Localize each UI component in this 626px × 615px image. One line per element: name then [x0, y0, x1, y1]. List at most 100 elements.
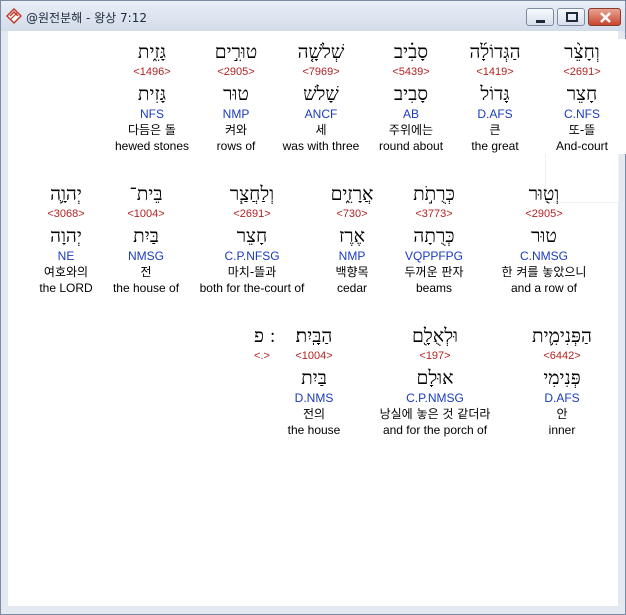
strong-number[interactable]: <1419>	[447, 65, 543, 81]
korean-gloss: 두꺼운 판자	[404, 265, 464, 279]
strong-number[interactable]: <1496>	[104, 65, 200, 81]
hebrew-lemma: חָצֵר	[566, 83, 598, 105]
hebrew-word: טוּרִ֣ים	[214, 41, 258, 63]
word-row1-6-selected[interactable]: וְחָצֵ֨ר <2691> חָצֵר C.NFS 또-뜰 And-cour…	[534, 39, 626, 154]
title-bar[interactable]: @원전분해 - 왕상 7:12	[1, 1, 625, 31]
morph-code: C.NFS	[564, 107, 600, 121]
minimize-button[interactable]	[526, 8, 554, 26]
window-title: @원전분해 - 왕상 7:12	[26, 11, 147, 25]
morph-code: NFS	[140, 107, 164, 121]
word-row2-2[interactable]: בֵּית־ <1004> בַּיִת NMSG 전 the house of	[98, 181, 194, 296]
word-row1-1[interactable]: גָּזִ֑ית <1496> גָּזִית NFS 다듬은 돌 hewed …	[104, 39, 200, 154]
hebrew-word: סָבִ֗יב	[393, 41, 429, 63]
hebrew-lemma: גָּדוֹל	[480, 83, 510, 105]
morph-code: C.P.NMSG	[406, 391, 464, 405]
morph-code: D.AFS	[477, 107, 513, 121]
window-border-bottom	[1, 606, 625, 614]
korean-gloss: 큰	[489, 123, 501, 137]
strong-number[interactable]: <7969>	[273, 65, 369, 81]
strong-number[interactable]: <197>	[360, 349, 510, 365]
strong-number[interactable]: <2905>	[188, 65, 284, 81]
word-row1-5[interactable]: הַגְּדוֹלָ֜ה <1419> גָּדוֹל D.AFS 큰 the …	[447, 39, 543, 154]
morph-code: C.NMSG	[520, 249, 568, 263]
window-border-left	[1, 31, 8, 606]
hebrew-lemma: אוּלָם	[416, 367, 454, 389]
word-row3-4[interactable]: הַפְּנִימִ֛ית <6442> פְּנִימִי D.AFS 안 i…	[514, 323, 610, 438]
korean-gloss: 주위에는	[388, 123, 434, 137]
hebrew-lemma: טוּר	[531, 225, 557, 247]
english-gloss: and for the porch of	[382, 423, 488, 437]
strong-number[interactable]: <5439>	[363, 65, 459, 81]
strong-number[interactable]: <1004>	[98, 207, 194, 223]
english-gloss: the great	[471, 139, 519, 153]
morph-code: VQPPFPG	[404, 249, 463, 263]
hebrew-lemma: בַּיִת	[133, 225, 159, 247]
english-gloss: inner	[548, 423, 576, 437]
hebrew-word: שְׁלֹשָׁ֤ה	[297, 41, 345, 63]
hebrew-lemma: כְּרֻתָה	[413, 225, 455, 247]
korean-gloss: 또-뜰	[568, 123, 596, 137]
app-logo-icon	[5, 7, 23, 25]
interlinear-panel: גָּזִ֑ית <1496> גָּזִית NFS 다듬은 돌 hewed …	[8, 31, 626, 606]
morph-code: NMP	[222, 107, 250, 121]
hebrew-lemma: טוּר	[223, 83, 249, 105]
strong-number[interactable]: <1004>	[266, 349, 362, 365]
morph-code: AB	[402, 107, 419, 121]
word-row1-2[interactable]: טוּרִ֣ים <2905> טוּר NMP 켜와 rows of	[188, 39, 284, 154]
korean-gloss: 마치-뜰과	[227, 265, 277, 279]
english-gloss: the house of	[112, 281, 180, 295]
english-gloss: was with three	[282, 139, 360, 153]
english-gloss: And-court	[555, 139, 609, 153]
hebrew-word: וְט֖וּר	[528, 183, 560, 205]
hebrew-lemma: פְּנִימִי	[543, 367, 581, 389]
hebrew-lemma: גָּזִית	[137, 83, 167, 105]
korean-gloss: 전의	[302, 407, 326, 421]
korean-gloss: 전	[140, 265, 152, 279]
hebrew-word: וְחָצֵ֨ר	[564, 41, 600, 63]
hebrew-word: וְלַחֲצַ֧ר	[229, 183, 275, 205]
korean-gloss: 켜와	[224, 123, 248, 137]
word-row2-3[interactable]: וְלַחֲצַ֧ר <2691> חָצֵר C.P.NFSG 마치-뜰과 b…	[190, 181, 314, 296]
strong-number[interactable]: <3773>	[386, 207, 482, 223]
word-row2-5[interactable]: כְּרֻתֹ֣ת <3773> כְּרֻתָה VQPPFPG 두꺼운 판자…	[386, 181, 482, 296]
english-gloss: round about	[378, 139, 444, 153]
word-row2-6[interactable]: וְט֖וּר <2905> טוּר C.NMSG 한 켜를 놓았으니 and…	[482, 181, 606, 296]
morph-code: D.NMS	[294, 391, 334, 405]
english-gloss: hewed stones	[114, 139, 190, 153]
korean-gloss: 낭실에 놓은 것 같더라	[379, 407, 491, 421]
hebrew-lemma: שָׁלֹשׁ	[303, 83, 339, 105]
hebrew-word: בֵּית־	[129, 183, 163, 205]
hebrew-word: הַבָּֽיִת׃	[295, 325, 333, 347]
morph-code: NMSG	[128, 249, 164, 263]
morph-code: D.AFS	[544, 391, 580, 405]
strong-number[interactable]: <2691>	[190, 207, 314, 223]
morph-code: ANCF	[304, 107, 338, 121]
korean-gloss: 세	[315, 123, 327, 137]
word-row3-3[interactable]: וּלְאֻלָ֖ם <197> אוּלָם C.P.NMSG 낭실에 놓은 …	[360, 323, 510, 438]
word-row1-4[interactable]: סָבִ֗יב <5439> סָבִיב AB 주위에는 round abou…	[363, 39, 459, 154]
hebrew-word: גָּזִ֑ית	[137, 41, 167, 63]
english-gloss: the house	[287, 423, 341, 437]
korean-gloss: 한 켜를 놓았으니	[501, 265, 587, 279]
close-button[interactable]	[588, 8, 621, 26]
english-gloss: rows of	[216, 139, 256, 153]
strong-number[interactable]: <6442>	[514, 349, 610, 365]
morph-code: C.P.NFSG	[224, 249, 280, 263]
hebrew-lemma: סָבִיב	[393, 83, 429, 105]
korean-gloss: 다듬은 돌	[128, 123, 176, 137]
hebrew-lemma: חָצֵר	[236, 225, 268, 247]
english-gloss: and a row of	[510, 281, 578, 295]
hebrew-word: הַגְּדוֹלָ֜ה	[469, 41, 521, 63]
hebrew-word: וּלְאֻלָ֖ם	[412, 325, 458, 347]
english-gloss: both for the-court of	[199, 281, 305, 295]
word-row1-3[interactable]: שְׁלֹשָׁ֤ה <7969> שָׁלֹשׁ ANCF 세 was wit…	[273, 39, 369, 154]
hebrew-lemma: בַּיִת	[301, 367, 327, 389]
hebrew-word: כְּרֻתֹ֣ת	[413, 183, 455, 205]
hebrew-word: הַפְּנִימִ֛ית	[532, 325, 592, 347]
korean-gloss: 안	[556, 407, 568, 421]
word-row3-2[interactable]: הַבָּֽיִת׃ <1004> בַּיִת D.NMS 전의 the ho…	[266, 323, 362, 438]
strong-number[interactable]: <2691>	[534, 65, 626, 81]
strong-number[interactable]: <2905>	[482, 207, 606, 223]
app-window: @원전분해 - 왕상 7:12 גָּזִ֑ית <1496> גָּזִית …	[0, 0, 626, 615]
maximize-button[interactable]	[557, 8, 585, 26]
